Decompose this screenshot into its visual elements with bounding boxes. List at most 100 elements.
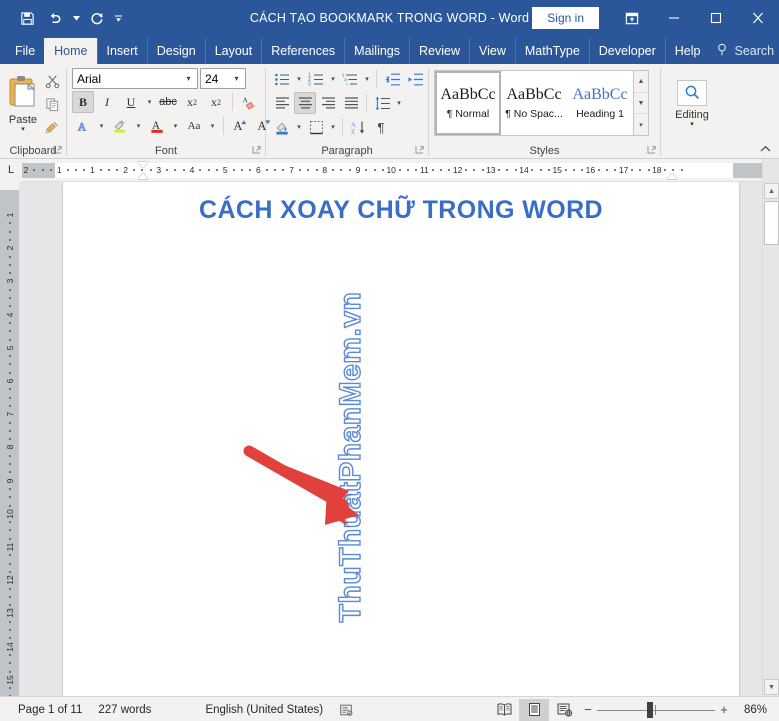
scroll-down-icon[interactable]: ▼ [764,679,779,695]
print-layout-view-button[interactable] [519,698,549,721]
vertical-scrollbar[interactable]: ▲ ▼ [762,182,779,696]
sort-button[interactable]: AZ [347,116,369,138]
font-dialog-launcher-icon[interactable] [252,145,261,154]
italic-button[interactable]: I [96,91,118,113]
shading-button[interactable] [271,116,293,138]
tab-file[interactable]: File [6,38,44,64]
numbering-dropdown-icon[interactable]: ▾ [328,68,338,90]
tab-developer[interactable]: Developer [588,38,665,64]
strikethrough-button[interactable]: abc [157,91,179,113]
font-color-dropdown-icon[interactable]: ▾ [170,115,181,137]
bullets-dropdown-icon[interactable]: ▾ [294,68,304,90]
search-box[interactable]: Search [709,38,779,64]
text-effects-dropdown-icon[interactable]: ▾ [96,115,107,137]
paste-button[interactable]: Paste ▾ [5,68,41,136]
decrease-indent-button[interactable] [381,68,403,90]
superscript-button[interactable]: x2 [205,91,227,113]
zoom-out-button[interactable]: − [579,699,597,721]
tab-design[interactable]: Design [146,38,205,64]
zoom-slider[interactable] [597,699,715,721]
redo-icon[interactable] [84,5,110,31]
font-name-dropdown-icon[interactable]: ▾ [182,74,195,83]
grow-font-button[interactable]: A [229,115,251,137]
undo-dropdown-icon[interactable] [70,5,82,31]
font-size-dropdown-icon[interactable]: ▾ [230,74,243,83]
borders-button[interactable] [305,116,327,138]
save-icon[interactable] [14,5,40,31]
undo-icon[interactable] [42,5,68,31]
style-no-spacing[interactable]: AaBbCc ¶ No Spac... [501,71,567,135]
text-effects-button[interactable]: A [72,115,94,137]
show-formatting-marks-button[interactable]: ¶ [370,116,392,138]
tab-help[interactable]: Help [664,38,710,64]
shading-dropdown-icon[interactable]: ▾ [294,116,304,138]
first-line-indent-marker[interactable] [138,161,148,168]
underline-button[interactable]: U [120,91,142,113]
clear-formatting-button[interactable]: A [238,91,260,113]
editing-button[interactable]: Editing ▾ [667,72,717,132]
zoom-in-button[interactable]: + [715,699,733,721]
font-name-combo[interactable]: Arial ▾ [72,68,198,89]
align-center-button[interactable] [294,92,316,114]
style-normal[interactable]: AaBbCc ¶ Normal [435,71,501,135]
right-indent-marker[interactable] [667,172,677,179]
increase-indent-button[interactable] [404,68,426,90]
close-button[interactable] [737,0,779,36]
tab-view[interactable]: View [469,38,515,64]
multilevel-list-button[interactable]: 1ai [339,68,361,90]
horizontal-ruler-track[interactable]: 2 1 1 2 3 4 5 6 7 8 9 10 11 12 13 14 15 16 17 18 [22,161,762,179]
tab-insert[interactable]: Insert [96,38,147,64]
page-indicator[interactable]: Page 1 of 11 [10,697,90,721]
minimize-button[interactable] [653,0,695,36]
tab-mathtype[interactable]: MathType [514,38,589,64]
text-highlight-dropdown-icon[interactable]: ▾ [133,115,144,137]
copy-icon[interactable] [41,93,63,115]
paste-dropdown-icon[interactable]: ▾ [21,126,25,133]
maximize-button[interactable] [695,0,737,36]
bold-button[interactable]: B [72,91,94,113]
styles-more-icon[interactable]: ▾ [634,114,648,135]
collapse-ribbon-icon[interactable] [757,141,773,157]
numbering-button[interactable]: 123 [305,68,327,90]
change-case-button[interactable]: Aa [183,115,205,137]
font-size-combo[interactable]: 24 ▾ [200,68,246,89]
tab-references[interactable]: References [261,38,344,64]
format-painter-icon[interactable] [41,116,63,138]
vertical-ruler[interactable]: 1 2 3 4 5 6 7 8 9 10 11 12 13 14 15 [0,182,19,696]
styles-scroll-up-icon[interactable]: ▲ [634,71,648,93]
line-spacing-button[interactable] [371,92,393,114]
tab-layout[interactable]: Layout [204,38,262,64]
tab-mailings[interactable]: Mailings [344,38,409,64]
subscript-button[interactable]: x2 [181,91,203,113]
cut-icon[interactable] [41,70,63,92]
paragraph-dialog-launcher-icon[interactable] [415,145,424,154]
customize-qat-icon[interactable] [112,5,124,31]
word-count[interactable]: 227 words [90,697,159,721]
scrollbar-thumb[interactable] [764,201,779,245]
editing-dropdown-icon[interactable]: ▾ [690,121,694,128]
bullets-button[interactable] [271,68,293,90]
tab-review[interactable]: Review [409,38,469,64]
proofing-errors-icon[interactable] [331,697,361,721]
document-canvas[interactable]: CÁCH XOAY CHỮ TRONG WORD ThuThuatPhanMem… [19,182,762,696]
style-heading-1[interactable]: AaBbCc Heading 1 [567,71,633,135]
styles-dialog-launcher-icon[interactable] [647,145,656,154]
borders-dropdown-icon[interactable]: ▾ [328,116,338,138]
multilevel-list-dropdown-icon[interactable]: ▾ [362,68,372,90]
underline-dropdown-icon[interactable]: ▾ [144,91,155,113]
text-highlight-button[interactable] [109,115,131,137]
font-color-button[interactable]: A [146,115,168,137]
styles-scroll-down-icon[interactable]: ▼ [634,93,648,115]
ribbon-display-options-icon[interactable] [611,0,653,36]
scroll-up-icon[interactable]: ▲ [764,183,779,199]
align-left-button[interactable] [271,92,293,114]
change-case-dropdown-icon[interactable]: ▾ [207,115,218,137]
language-indicator[interactable]: English (United States) [197,697,331,721]
read-mode-view-button[interactable] [489,699,519,721]
zoom-level[interactable]: 86% [733,704,771,716]
justify-button[interactable] [340,92,362,114]
hanging-indent-marker[interactable] [138,172,148,179]
zoom-slider-thumb[interactable] [647,701,653,718]
document-page[interactable]: CÁCH XOAY CHỮ TRONG WORD ThuThuatPhanMem… [63,182,739,696]
tab-home[interactable]: Home [44,38,97,64]
